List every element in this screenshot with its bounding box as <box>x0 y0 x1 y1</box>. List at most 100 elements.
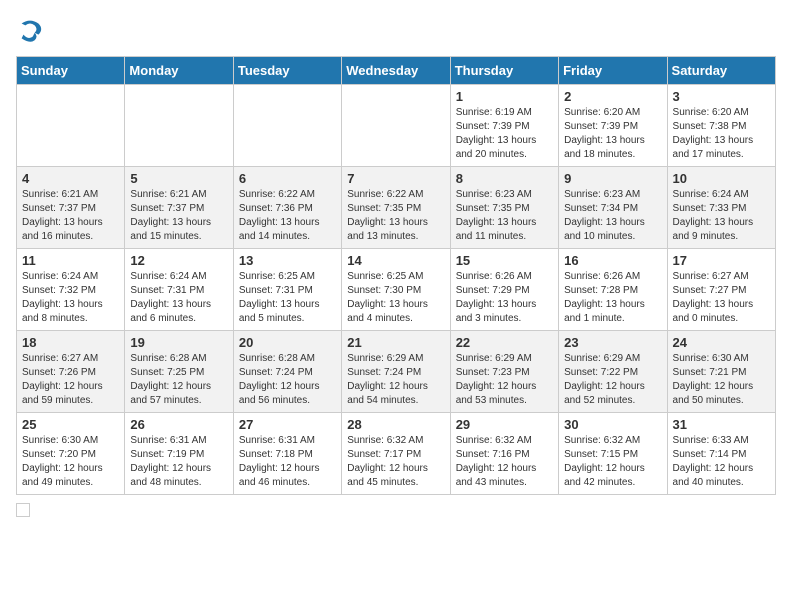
day-number: 31 <box>673 417 770 432</box>
calendar-cell: 18 Sunrise: 6:27 AM Sunset: 7:26 PM Dayli… <box>17 331 125 413</box>
day-number: 10 <box>673 171 770 186</box>
page-header <box>16 16 776 44</box>
calendar-cell: 30 Sunrise: 6:32 AM Sunset: 7:15 PM Dayli… <box>559 413 667 495</box>
calendar-table: Sunday Monday Tuesday Wednesday Thursday… <box>16 56 776 495</box>
header-friday: Friday <box>559 57 667 85</box>
day-info: Sunrise: 6:31 AM Sunset: 7:18 PM Dayligh… <box>239 434 336 490</box>
calendar-cell: 3 Sunrise: 6:20 AM Sunset: 7:38 PM Daylig… <box>667 85 775 167</box>
day-info: Sunrise: 6:29 AM Sunset: 7:22 PM Dayligh… <box>564 352 661 408</box>
day-number: 11 <box>22 253 119 268</box>
day-info: Sunrise: 6:20 AM Sunset: 7:38 PM Dayligh… <box>673 106 770 162</box>
footer-box <box>16 503 30 517</box>
calendar-cell <box>125 85 233 167</box>
header-wednesday: Wednesday <box>342 57 450 85</box>
calendar-cell: 14Sunrise: 6:25 AM Sunset: 7:30 PM Dayli… <box>342 249 450 331</box>
header-monday: Monday <box>125 57 233 85</box>
calendar-cell: 17 Sunrise: 6:27 AM Sunset: 7:27 PM Dayli… <box>667 249 775 331</box>
calendar-cell: 19 Sunrise: 6:28 AM Sunset: 7:25 PM Dayli… <box>125 331 233 413</box>
day-number: 13 <box>239 253 336 268</box>
day-info: Sunrise: 6:24 AM Sunset: 7:33 PM Dayligh… <box>673 188 770 244</box>
day-info: Sunrise: 6:27 AM Sunset: 7:27 PM Dayligh… <box>673 270 770 326</box>
day-number: 27 <box>239 417 336 432</box>
day-number: 4 <box>22 171 119 186</box>
day-info: Sunrise: 6:24 AM Sunset: 7:32 PM Dayligh… <box>22 270 119 326</box>
day-number: 20 <box>239 335 336 350</box>
day-number: 12 <box>130 253 227 268</box>
day-info: Sunrise: 6:31 AM Sunset: 7:19 PM Dayligh… <box>130 434 227 490</box>
calendar-week-3: 18 Sunrise: 6:27 AM Sunset: 7:26 PM Dayli… <box>17 331 776 413</box>
calendar-cell: 4 Sunrise: 6:21 AM Sunset: 7:37 PM Daylig… <box>17 167 125 249</box>
calendar-cell: 2 Sunrise: 6:20 AM Sunset: 7:39 PM Daylig… <box>559 85 667 167</box>
day-number: 19 <box>130 335 227 350</box>
calendar-cell: 24 Sunrise: 6:30 AM Sunset: 7:21 PM Dayli… <box>667 331 775 413</box>
calendar-cell: 29Sunrise: 6:32 AM Sunset: 7:16 PM Dayli… <box>450 413 558 495</box>
header-sunday: Sunday <box>17 57 125 85</box>
day-info: Sunrise: 6:22 AM Sunset: 7:36 PM Dayligh… <box>239 188 336 244</box>
day-number: 26 <box>130 417 227 432</box>
day-number: 23 <box>564 335 661 350</box>
day-number: 29 <box>456 417 553 432</box>
header-saturday: Saturday <box>667 57 775 85</box>
calendar-cell: 15 Sunrise: 6:26 AM Sunset: 7:29 PM Dayli… <box>450 249 558 331</box>
calendar-cell: 20Sunrise: 6:28 AM Sunset: 7:24 PM Dayli… <box>233 331 341 413</box>
calendar-cell: 21 Sunrise: 6:29 AM Sunset: 7:24 PM Dayli… <box>342 331 450 413</box>
day-number: 16 <box>564 253 661 268</box>
calendar-cell <box>233 85 341 167</box>
day-info: Sunrise: 6:30 AM Sunset: 7:21 PM Dayligh… <box>673 352 770 408</box>
calendar-cell: 26 Sunrise: 6:31 AM Sunset: 7:19 PM Dayli… <box>125 413 233 495</box>
day-info: Sunrise: 6:29 AM Sunset: 7:24 PM Dayligh… <box>347 352 444 408</box>
day-info: Sunrise: 6:22 AM Sunset: 7:35 PM Dayligh… <box>347 188 444 244</box>
day-info: Sunrise: 6:27 AM Sunset: 7:26 PM Dayligh… <box>22 352 119 408</box>
calendar-header-row: Sunday Monday Tuesday Wednesday Thursday… <box>17 57 776 85</box>
day-info: Sunrise: 6:28 AM Sunset: 7:25 PM Dayligh… <box>130 352 227 408</box>
day-info: Sunrise: 6:23 AM Sunset: 7:34 PM Dayligh… <box>564 188 661 244</box>
day-number: 18 <box>22 335 119 350</box>
day-number: 28 <box>347 417 444 432</box>
calendar-cell: 31Sunrise: 6:33 AM Sunset: 7:14 PM Dayli… <box>667 413 775 495</box>
logo-icon <box>16 16 44 44</box>
day-info: Sunrise: 6:24 AM Sunset: 7:31 PM Dayligh… <box>130 270 227 326</box>
calendar-cell: 27 Sunrise: 6:31 AM Sunset: 7:18 PM Dayli… <box>233 413 341 495</box>
day-info: Sunrise: 6:26 AM Sunset: 7:28 PM Dayligh… <box>564 270 661 326</box>
calendar-cell: 16 Sunrise: 6:26 AM Sunset: 7:28 PM Dayli… <box>559 249 667 331</box>
day-number: 9 <box>564 171 661 186</box>
calendar-cell: 6Sunrise: 6:22 AM Sunset: 7:36 PM Daylig… <box>233 167 341 249</box>
calendar-week-4: 25 Sunrise: 6:30 AM Sunset: 7:20 PM Dayli… <box>17 413 776 495</box>
header-tuesday: Tuesday <box>233 57 341 85</box>
day-number: 15 <box>456 253 553 268</box>
day-number: 1 <box>456 89 553 104</box>
day-info: Sunrise: 6:19 AM Sunset: 7:39 PM Dayligh… <box>456 106 553 162</box>
calendar-cell <box>342 85 450 167</box>
calendar-cell: 12 Sunrise: 6:24 AM Sunset: 7:31 PM Dayli… <box>125 249 233 331</box>
calendar-cell: 13 Sunrise: 6:25 AM Sunset: 7:31 PM Dayli… <box>233 249 341 331</box>
day-info: Sunrise: 6:25 AM Sunset: 7:31 PM Dayligh… <box>239 270 336 326</box>
day-number: 25 <box>22 417 119 432</box>
day-number: 22 <box>456 335 553 350</box>
day-number: 17 <box>673 253 770 268</box>
calendar-cell: 8Sunrise: 6:23 AM Sunset: 7:35 PM Daylig… <box>450 167 558 249</box>
day-info: Sunrise: 6:30 AM Sunset: 7:20 PM Dayligh… <box>22 434 119 490</box>
calendar-cell: 1 Sunrise: 6:19 AM Sunset: 7:39 PM Daylig… <box>450 85 558 167</box>
day-number: 21 <box>347 335 444 350</box>
day-number: 5 <box>130 171 227 186</box>
calendar-cell <box>17 85 125 167</box>
calendar-week-2: 11 Sunrise: 6:24 AM Sunset: 7:32 PM Dayli… <box>17 249 776 331</box>
day-info: Sunrise: 6:20 AM Sunset: 7:39 PM Dayligh… <box>564 106 661 162</box>
calendar-week-1: 4 Sunrise: 6:21 AM Sunset: 7:37 PM Daylig… <box>17 167 776 249</box>
day-number: 7 <box>347 171 444 186</box>
day-info: Sunrise: 6:21 AM Sunset: 7:37 PM Dayligh… <box>22 188 119 244</box>
day-number: 3 <box>673 89 770 104</box>
day-info: Sunrise: 6:32 AM Sunset: 7:15 PM Dayligh… <box>564 434 661 490</box>
logo <box>16 16 48 44</box>
calendar-cell: 9 Sunrise: 6:23 AM Sunset: 7:34 PM Daylig… <box>559 167 667 249</box>
calendar-cell: 11 Sunrise: 6:24 AM Sunset: 7:32 PM Dayli… <box>17 249 125 331</box>
calendar-cell: 25 Sunrise: 6:30 AM Sunset: 7:20 PM Dayli… <box>17 413 125 495</box>
day-number: 30 <box>564 417 661 432</box>
day-info: Sunrise: 6:21 AM Sunset: 7:37 PM Dayligh… <box>130 188 227 244</box>
calendar-week-0: 1 Sunrise: 6:19 AM Sunset: 7:39 PM Daylig… <box>17 85 776 167</box>
calendar-cell: 28Sunrise: 6:32 AM Sunset: 7:17 PM Dayli… <box>342 413 450 495</box>
calendar-cell: 22Sunrise: 6:29 AM Sunset: 7:23 PM Dayli… <box>450 331 558 413</box>
day-number: 24 <box>673 335 770 350</box>
day-info: Sunrise: 6:26 AM Sunset: 7:29 PM Dayligh… <box>456 270 553 326</box>
day-number: 2 <box>564 89 661 104</box>
